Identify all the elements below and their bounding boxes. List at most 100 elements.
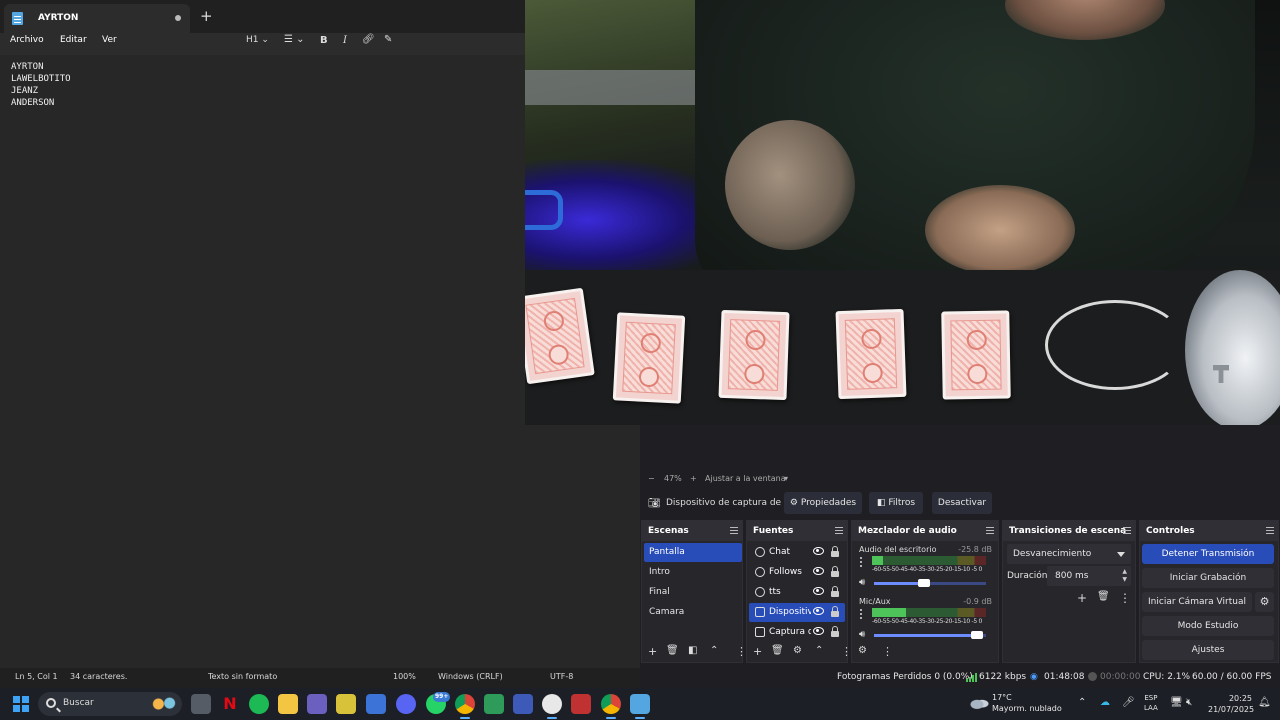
taskbar-search[interactable]: Buscar (38, 692, 182, 716)
dock-menu-icon[interactable] (1123, 527, 1131, 534)
scene-item-intro[interactable]: Intro (644, 563, 742, 582)
virtual-camera-gear-icon[interactable]: ⚙ (1255, 592, 1274, 612)
eye-icon[interactable] (813, 627, 824, 635)
more-options-icon[interactable]: ⋮ (882, 645, 893, 658)
remove-source-icon[interactable]: 🗑︎ (771, 645, 784, 656)
file-explorer-icon[interactable] (278, 694, 298, 714)
source-item-tts[interactable]: tts (749, 583, 845, 602)
discord-icon[interactable] (396, 694, 416, 714)
source-item-follows[interactable]: Follows (749, 563, 845, 582)
stop-streaming-button[interactable]: Detener Transmisión (1142, 544, 1274, 564)
notifications-icon[interactable]: 🔔︎ (1258, 697, 1271, 708)
duration-input[interactable]: 800 ms ▲ ▼ (1047, 566, 1131, 586)
list-dropdown[interactable]: ☰ ⌄ (284, 34, 305, 45)
menu-archivo[interactable]: Archivo (10, 35, 44, 45)
transition-select[interactable]: Desvanecimiento (1007, 544, 1131, 564)
notepad-tab[interactable]: AYRTON (4, 4, 190, 33)
notepad-editor[interactable]: AYRTON LAWELBOTITO JEANZ ANDERSON (11, 61, 71, 109)
volume-slider[interactable] (874, 634, 986, 637)
deactivate-button[interactable]: Desactivar (932, 492, 992, 514)
mixer-settings-icon[interactable]: ⚙ (858, 645, 867, 656)
dock-menu-icon[interactable] (986, 527, 994, 534)
source-item-captura[interactable]: Captura d (749, 623, 845, 642)
cloud-sync-icon[interactable]: ☁ (1100, 697, 1110, 708)
move-up-icon[interactable]: ⌃ (710, 645, 718, 656)
clock[interactable]: 20:25 21/07/2025 (1208, 693, 1254, 715)
task-view-icon[interactable] (191, 694, 211, 714)
lock-icon[interactable] (831, 606, 839, 617)
microphone-icon[interactable]: 🎤︎ (1122, 697, 1135, 708)
eye-icon[interactable] (813, 567, 824, 575)
windows-start-icon[interactable] (13, 696, 29, 712)
diamond-app-icon[interactable] (513, 694, 533, 714)
scene-filter-icon[interactable]: ◧ (688, 645, 697, 656)
heading-dropdown[interactable]: H1 ⌄ (246, 35, 269, 45)
channel-menu-icon[interactable] (860, 609, 862, 611)
properties-button[interactable]: ⚙ Propiedades (784, 492, 862, 514)
move-up-icon[interactable]: ⌃ (815, 645, 823, 656)
add-scene-icon[interactable]: + (648, 645, 657, 658)
settings-button[interactable]: Ajustes (1142, 640, 1274, 660)
eye-icon[interactable] (813, 607, 824, 615)
notepad-taskbar-icon[interactable] (630, 694, 650, 719)
add-transition-icon[interactable]: + (1077, 591, 1087, 605)
channel-menu-icon[interactable] (860, 557, 862, 559)
speaker-icon[interactable]: 🔊︎ (859, 629, 865, 640)
chevron-up-icon[interactable]: ⌃ (1078, 697, 1086, 708)
unsaved-dot-icon[interactable] (175, 15, 181, 21)
chrome-icon[interactable] (455, 694, 475, 719)
menu-ver[interactable]: Ver (102, 35, 117, 45)
language-indicator[interactable]: ESP LAA (1144, 693, 1158, 713)
vpn-app-icon[interactable] (307, 694, 327, 714)
netflix-icon[interactable]: N (220, 694, 240, 714)
volume-knob[interactable] (918, 579, 931, 587)
zoom-in-button[interactable]: + (690, 474, 697, 483)
more-options-icon[interactable]: ⋮ (1119, 591, 1131, 605)
dock-menu-icon[interactable] (730, 527, 738, 534)
sticky-app-icon[interactable] (336, 694, 356, 714)
weather-cloud-icon[interactable] (969, 696, 989, 710)
spin-arrows-icon[interactable]: ▲ ▼ (1122, 568, 1127, 584)
source-settings-icon[interactable]: ⚙ (793, 645, 802, 656)
fit-dropdown-icon[interactable]: ▾ (784, 474, 788, 483)
italic-button[interactable]: I (343, 35, 347, 46)
link-icon[interactable]: 🔗︎ (362, 34, 375, 45)
scene-item-final[interactable]: Final (644, 583, 742, 602)
scene-item-pantalla[interactable]: Pantalla (644, 543, 742, 562)
lock-icon[interactable] (831, 566, 839, 577)
cube-app-icon[interactable] (366, 694, 386, 714)
dock-menu-icon[interactable] (835, 527, 843, 534)
obs-icon[interactable] (542, 694, 562, 719)
fit-to-window-button[interactable]: Ajustar a la ventana (705, 474, 786, 483)
network-icon[interactable]: 🖥︎ (1170, 697, 1183, 708)
scene-item-camara[interactable]: Camara (644, 603, 742, 622)
volume-knob[interactable] (971, 631, 984, 639)
studio-mode-button[interactable]: Modo Estudio (1142, 616, 1274, 636)
spotify-icon[interactable] (249, 694, 269, 714)
source-item-dispositivo[interactable]: Dispositivo (749, 603, 845, 622)
add-source-icon[interactable]: + (753, 645, 762, 658)
encoding[interactable]: UTF-8 (550, 672, 573, 681)
start-virtual-camera-button[interactable]: Iniciar Cámara Virtual (1142, 592, 1252, 612)
remove-scene-icon[interactable]: 🗑︎ (666, 645, 679, 656)
remove-transition-icon[interactable]: 🗑︎ (1097, 591, 1110, 602)
lock-icon[interactable] (831, 626, 839, 637)
zoom-level[interactable]: 100% (393, 672, 416, 681)
muted-speaker-icon[interactable]: 🔇︎ (1186, 697, 1192, 708)
eye-icon[interactable] (813, 547, 824, 555)
new-tab-button[interactable]: + (200, 7, 213, 25)
bold-button[interactable]: B (320, 35, 328, 46)
lock-icon[interactable] (831, 586, 839, 597)
eye-icon[interactable] (813, 587, 824, 595)
clear-format-icon[interactable]: ✎ (384, 34, 392, 45)
store-app-icon[interactable] (484, 694, 504, 714)
dock-menu-icon[interactable] (1266, 527, 1274, 534)
weather-widget[interactable]: 17°C Mayorm. nublado (992, 692, 1062, 714)
line-ending[interactable]: Windows (CRLF) (438, 672, 503, 681)
start-recording-button[interactable]: Iniciar Grabación (1142, 568, 1274, 588)
capture-app-icon[interactable] (571, 694, 591, 714)
menu-editar[interactable]: Editar (60, 35, 87, 45)
filters-button[interactable]: ◧ Filtros (869, 492, 923, 514)
chrome-profile-icon[interactable] (601, 694, 621, 719)
speaker-icon[interactable]: 🔊︎ (859, 577, 865, 588)
